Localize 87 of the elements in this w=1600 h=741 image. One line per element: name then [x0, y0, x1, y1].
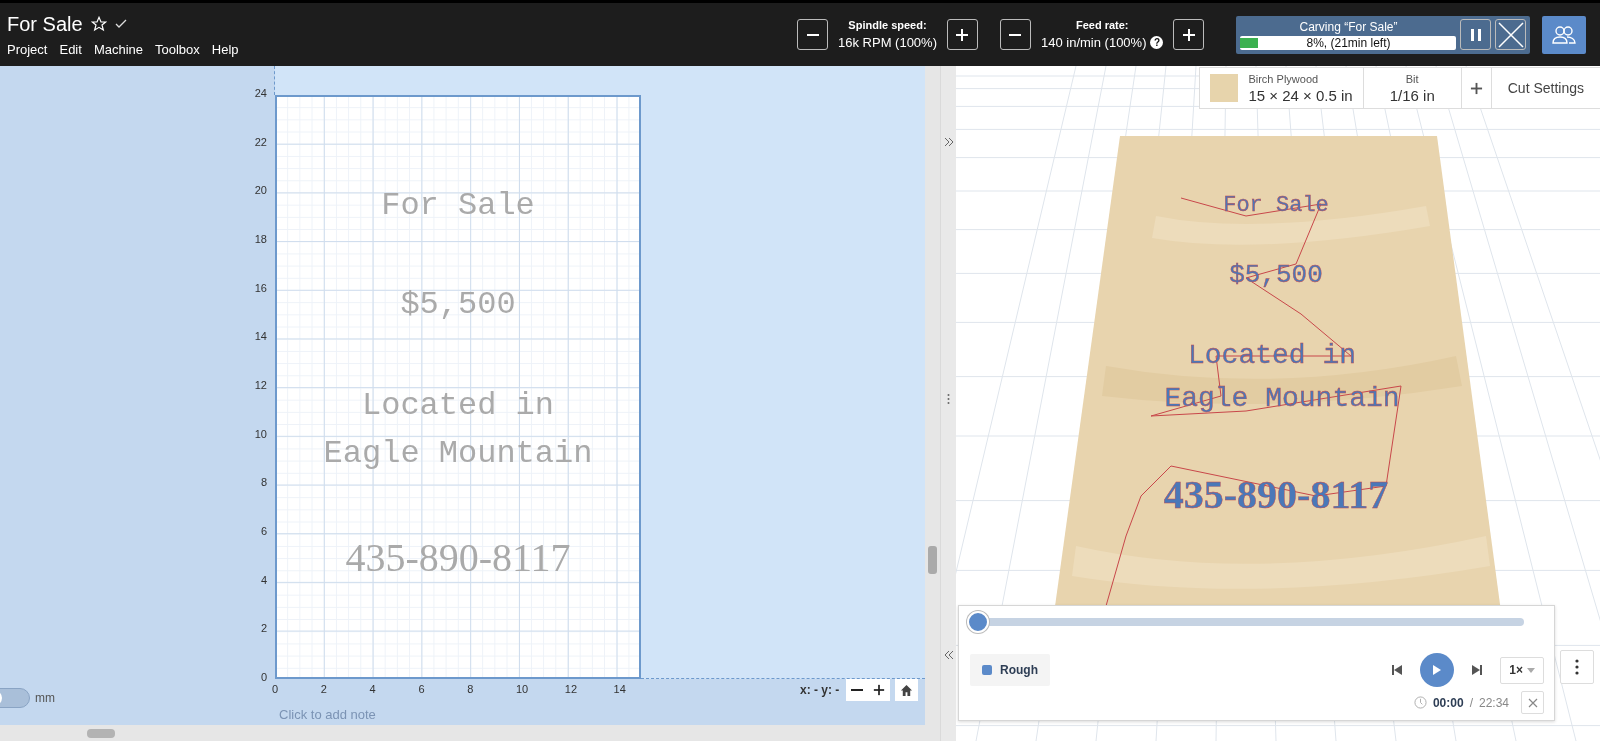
axis-tick-label: 0	[260, 671, 267, 683]
axis-tick-label: 14	[254, 330, 267, 343]
axis-tick-label: 2	[320, 683, 327, 695]
users-icon	[1552, 24, 1577, 45]
axis-tick-label: 12	[564, 683, 578, 695]
play-button[interactable]	[1420, 653, 1455, 687]
help-icon[interactable]: ?	[1150, 36, 1164, 49]
axis-tick-label: 14	[613, 683, 626, 695]
carving-title: Carving “For Sale”	[1299, 19, 1398, 34]
minus-icon	[851, 689, 863, 691]
home-icon	[900, 683, 913, 697]
axis-tick-label: 6	[260, 525, 267, 537]
layer-chip[interactable]: Rough	[970, 654, 1050, 686]
previous-button[interactable]	[1392, 665, 1403, 675]
material-size: 15 × 24 × 0.5 in	[1248, 86, 1353, 104]
plus-icon	[1182, 27, 1196, 42]
users-button[interactable]	[1542, 15, 1587, 54]
stop-button[interactable]	[1495, 19, 1527, 50]
menu-item[interactable]: Machine	[93, 41, 143, 57]
increase-button[interactable]	[947, 19, 978, 50]
decrease-button[interactable]	[797, 19, 828, 50]
axis-tick-label: 8	[260, 476, 267, 489]
axis-tick-label: 0	[272, 683, 279, 695]
time-separator: /	[1469, 695, 1473, 710]
speed-dropdown[interactable]: 1×	[1500, 656, 1544, 684]
axis-tick-label: 8	[467, 683, 474, 695]
horizontal-scrollbar[interactable]	[0, 725, 940, 741]
menu-item[interactable]: Project	[7, 41, 48, 57]
axis-tick-label: 10	[254, 427, 267, 440]
expand-left-icon[interactable]	[942, 649, 955, 661]
skip-forward-icon	[1472, 665, 1483, 675]
axis-tick-label: 20	[254, 184, 267, 197]
menu-item[interactable]: Help	[211, 41, 239, 57]
close-button[interactable]	[1521, 691, 1544, 714]
axis-tick-label: 4	[260, 573, 267, 586]
timeline-thumb[interactable]	[967, 611, 989, 633]
axis-tick-label: 16	[254, 281, 267, 294]
plus-icon	[873, 684, 885, 696]
material-selector[interactable]: Birch Plywood 15 × 24 × 0.5 in	[1200, 68, 1364, 108]
elapsed-time: 00:00	[1432, 695, 1464, 710]
project-title: For Sale	[7, 12, 83, 36]
close-icon	[1527, 697, 1538, 708]
menu-item[interactable]: Edit	[59, 41, 82, 57]
vertical-scrollbar[interactable]	[925, 66, 940, 725]
axis-tick-label: 2	[260, 622, 267, 635]
axis-tick-label: 10	[516, 683, 529, 695]
close-icon	[1498, 21, 1524, 48]
spindle-value: 16k RPM (100%)	[838, 35, 937, 50]
axis-tick-label: 22	[254, 135, 267, 148]
menu-item[interactable]: Toolbox	[155, 41, 200, 57]
material-swatch	[1210, 74, 1239, 102]
clock-icon	[1413, 696, 1427, 709]
pause-button[interactable]	[1460, 19, 1492, 50]
spindle-label: Spindle speed:	[848, 19, 927, 31]
feed-value: 140 in/min (100%)	[1041, 35, 1147, 50]
axis-tick-label: 6	[418, 683, 425, 695]
bit-label: Bit	[1405, 72, 1419, 85]
axis-tick-label: 18	[254, 233, 267, 245]
drag-handle-icon[interactable]	[947, 392, 950, 405]
feed-label: Feed rate:	[1075, 19, 1129, 31]
increase-button[interactable]	[1173, 19, 1205, 50]
play-icon	[1432, 664, 1443, 676]
axis-tick-label: 4	[369, 683, 376, 695]
plus-icon	[1469, 81, 1483, 95]
axis-tick-label: 24	[254, 87, 267, 99]
caret-icon	[1527, 667, 1535, 673]
material-name: Birch Plywood	[1248, 72, 1319, 85]
skip-back-icon	[1392, 665, 1403, 675]
home-button[interactable]	[895, 679, 918, 701]
bit-size: 1/16 in	[1389, 86, 1435, 104]
next-button[interactable]	[1472, 665, 1483, 675]
total-time: 22:34	[1478, 695, 1509, 710]
minus-icon	[806, 33, 819, 36]
toolpath-text: Located in	[1188, 340, 1356, 371]
units-label: mm	[35, 691, 55, 705]
toolpath-text: 435-890-8117	[1163, 472, 1389, 517]
pause-icon	[1471, 28, 1481, 41]
cursor-coordinates: x: - y: -	[800, 683, 840, 697]
expand-right-icon[interactable]	[942, 136, 955, 148]
star-icon[interactable]	[90, 16, 107, 32]
decrease-button[interactable]	[1000, 19, 1031, 50]
bit-selector[interactable]: Bit 1/16 in	[1363, 68, 1462, 108]
progress-text: 8%, (21min left)	[1305, 35, 1392, 50]
axis-tick-label: 12	[254, 379, 267, 391]
more-icon	[1575, 659, 1579, 675]
minus-icon	[1009, 33, 1022, 36]
plus-icon	[955, 27, 970, 42]
